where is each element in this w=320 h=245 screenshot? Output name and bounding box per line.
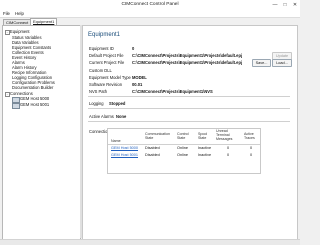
model-type-value: MODEL <box>132 75 147 80</box>
divider <box>88 96 290 97</box>
logging-status: Stopped <box>109 101 126 106</box>
spool-state: Inactive <box>198 153 212 157</box>
column-header-active-traces[interactable]: Active Traces <box>244 132 258 140</box>
model-type-label: Equipment Model Type <box>89 75 131 80</box>
current-project-label: Current Project File <box>89 60 125 65</box>
control-state: Online <box>177 153 188 157</box>
divider <box>88 108 290 109</box>
software-revision-label: Software Revision <box>89 82 122 87</box>
header-divider <box>108 144 260 145</box>
equipment-id-value: 0 <box>132 46 135 51</box>
tree-node-equipment[interactable]: Equipment <box>10 29 30 34</box>
column-header-name[interactable]: Name <box>111 139 121 143</box>
save-button[interactable]: Save... <box>252 59 271 67</box>
server-icon <box>12 103 20 109</box>
menu-help[interactable]: Help <box>15 11 24 16</box>
logging-label: Logging <box>89 101 104 106</box>
column-header-unread-terminal-messages[interactable]: Unread Terminal Messages <box>216 129 240 141</box>
status-bar <box>0 239 300 245</box>
connections-table: Name Communication State Control State S… <box>107 128 261 174</box>
equipment-id-label: Equipment ID <box>89 46 114 51</box>
minimize-icon[interactable]: — <box>270 0 280 10</box>
unread-messages: 0 <box>227 146 230 150</box>
current-project-value: C:\CIMConnect\Projects\Equipment1\Projec… <box>132 60 243 65</box>
active-traces: 0 <box>250 146 253 150</box>
default-project-value: C:\CIMConnect\Projects\Equipment1\Projec… <box>132 53 243 58</box>
control-state: Online <box>177 146 188 150</box>
default-project-label: Default Project File <box>89 53 124 58</box>
column-header-spool-state[interactable]: Spool State <box>198 132 212 140</box>
window-title: CIMConnect Control Panel <box>121 2 179 7</box>
tree-item-gem-host-5000[interactable]: GEM Host 5000 <box>20 96 49 101</box>
column-header-control-state[interactable]: Control State <box>177 132 193 140</box>
software-revision-value: 00.01 <box>132 82 143 87</box>
active-traces: 0 <box>250 153 253 157</box>
unread-messages: 0 <box>227 153 230 157</box>
page-title: Equipment1 <box>88 32 121 38</box>
custom-dll-label: Custom DLL <box>89 68 112 73</box>
navigation-tree: − Equipment Status Variables Data Variab… <box>2 25 81 240</box>
close-icon[interactable]: ✕ <box>290 0 300 10</box>
communication-state: Disabled <box>145 153 160 157</box>
communication-state: Disabled <box>145 146 160 150</box>
column-header-communication-state[interactable]: Communication State <box>145 132 170 140</box>
tree-item-gem-host-5001[interactable]: GEM Host 5001 <box>20 102 49 107</box>
nvs-path-value: C:\CIMConnect\Projects\Equipment1\NVS <box>132 89 213 94</box>
menu-file[interactable]: File <box>3 11 10 16</box>
main-window: CIMConnect Control Panel — □ ✕ File Help… <box>0 0 300 245</box>
load-button[interactable]: Load... <box>272 59 292 67</box>
active-alarms-value: None <box>116 114 127 119</box>
tree-item-documentation-builder[interactable]: Documentation Builder <box>12 85 53 90</box>
maximize-icon[interactable]: □ <box>280 0 290 10</box>
active-alarms-label: Active Alarms <box>89 114 114 119</box>
spool-state: Inactive <box>198 146 212 150</box>
connection-name-link[interactable]: GEM Host 5000 <box>111 146 138 150</box>
menu-bar: File Help <box>0 10 300 18</box>
title-bar: CIMConnect Control Panel — □ ✕ <box>0 0 300 10</box>
table-row[interactable]: GEM Host 5001 Disabled Online Inactive 0… <box>108 153 260 159</box>
nvs-path-label: NVS Path <box>89 89 107 94</box>
connection-name-link[interactable]: GEM Host 5001 <box>111 153 138 157</box>
divider <box>88 121 290 122</box>
table-row[interactable]: GEM Host 5000 Disabled Online Inactive 0… <box>108 146 260 152</box>
